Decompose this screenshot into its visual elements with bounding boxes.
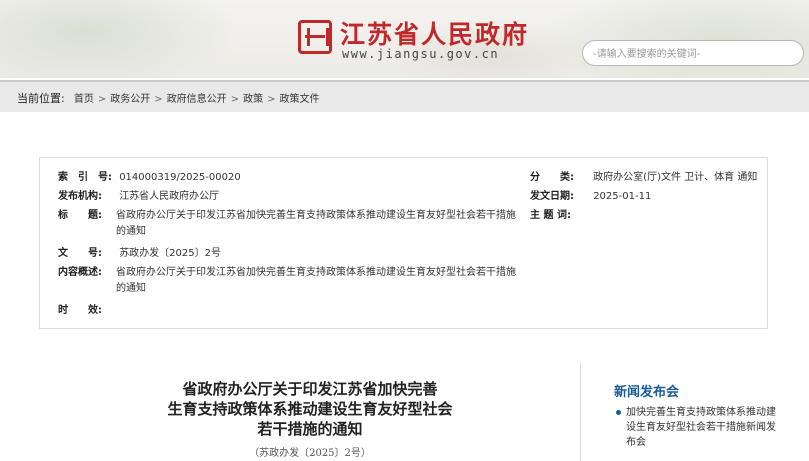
meta-index-label: 索 引 号:: [58, 172, 112, 183]
breadcrumb-item-info-disclosure[interactable]: 政府信息公开: [167, 94, 227, 105]
search-input[interactable]: [593, 45, 793, 63]
breadcrumb-bar: 当前位置: 首页 > 政务公开 > 政府信息公开 > 政策 > 政策文件: [0, 80, 809, 112]
meta-date-label: 发文日期:: [530, 191, 574, 202]
meta-docno-value: 苏政办发〔2025〕2号: [119, 248, 221, 259]
breadcrumb-separator: >: [230, 94, 240, 105]
breadcrumb: 当前位置: 首页 > 政务公开 > 政府信息公开 > 政策 > 政策文件: [17, 90, 319, 106]
column-divider: [580, 362, 581, 461]
meta-docno-label: 文 号:: [58, 248, 102, 259]
meta-topic-row: 主 题 词:: [530, 208, 590, 224]
meta-title-value: 省政府办公厅关于印发江苏省加快完善生育支持政策体系推动建设生育友好型社会若干措施…: [116, 210, 516, 237]
government-emblem-icon[interactable]: [298, 20, 332, 54]
meta-summary-label: 内容概述:: [58, 267, 102, 278]
search-box[interactable]: [582, 40, 804, 66]
meta-date-row: 发文日期: 2025-01-11: [530, 189, 651, 205]
site-header: 江苏省人民政府 www.jiangsu.gov.cn: [0, 0, 809, 78]
breadcrumb-separator: >: [154, 94, 163, 105]
meta-summary-value: 省政府办公厅关于印发江苏省加快完善生育支持政策体系推动建设生育友好型社会若干措施…: [116, 267, 516, 294]
meta-summary-row: 内容概述: 省政府办公厅关于印发江苏省加快完善生育支持政策体系推动建设生育友好型社…: [58, 265, 516, 297]
site-name[interactable]: 江苏省人民政府: [340, 15, 529, 51]
header-decoration-left: [0, 0, 240, 78]
meta-category-value: 政府办公室(厅)文件 卫计、体育 通知: [593, 172, 758, 183]
meta-title-label: 标 题:: [58, 210, 102, 221]
meta-validity-label: 时 效:: [58, 305, 102, 316]
meta-index-value: 014000319/2025-00020: [119, 172, 241, 183]
article-title-line-1: 省政府办公厅关于印发江苏省加快完善: [182, 380, 438, 398]
meta-date-value: 2025-01-11: [593, 191, 652, 202]
meta-issuer-label: 发布机构:: [58, 191, 102, 202]
meta-issuer-row: 发布机构: 江苏省人民政府办公厅: [58, 189, 219, 205]
sidebar-heading[interactable]: 新闻发布会: [614, 381, 679, 400]
meta-docno-row: 文 号: 苏政办发〔2025〕2号: [58, 246, 221, 262]
article-document-number: （苏政办发〔2025〕2号）: [249, 448, 371, 459]
site-url: www.jiangsu.gov.cn: [342, 47, 500, 61]
meta-category-label: 分 类:: [530, 172, 574, 183]
article-title-line-3: 若干措施的通知: [257, 420, 363, 438]
sidebar-news-link[interactable]: 加快完善生育支持政策体系推动建设生育友好型社会若干措施新闻发布会: [626, 405, 776, 450]
meta-title-row: 标 题: 省政府办公厅关于印发江苏省加快完善生育支持政策体系推动建设生育友好型社会…: [58, 208, 516, 240]
breadcrumb-item-government-affairs[interactable]: 政务公开: [110, 94, 150, 105]
breadcrumb-item-policy[interactable]: 政策: [243, 94, 263, 105]
article-title: 省政府办公厅关于印发江苏省加快完善 生育支持政策体系推动建设生育友好型社会 若干…: [120, 379, 500, 439]
header-decoration-right: [539, 0, 809, 78]
breadcrumb-separator: >: [97, 94, 107, 105]
document-metadata-panel: 索 引 号: 014000319/2025-00020 分 类: 政府办公室(厅…: [39, 157, 768, 329]
breadcrumb-separator: >: [267, 94, 276, 105]
breadcrumb-item-home[interactable]: 首页: [74, 94, 94, 105]
breadcrumb-item-policy-documents[interactable]: 政策文件: [279, 94, 319, 105]
breadcrumb-lead: 当前位置:: [17, 92, 65, 105]
article-title-line-2: 生育支持政策体系推动建设生育友好型社会: [167, 400, 453, 418]
meta-topic-label: 主 题 词:: [530, 210, 571, 221]
meta-index-row: 索 引 号: 014000319/2025-00020: [58, 170, 241, 186]
meta-issuer-value: 江苏省人民政府办公厅: [119, 191, 220, 202]
bullet-dot-icon: [616, 410, 621, 415]
meta-category-row: 分 类: 政府办公室(厅)文件 卫计、体育 通知: [530, 170, 757, 186]
meta-validity-row: 时 效:: [58, 303, 116, 319]
